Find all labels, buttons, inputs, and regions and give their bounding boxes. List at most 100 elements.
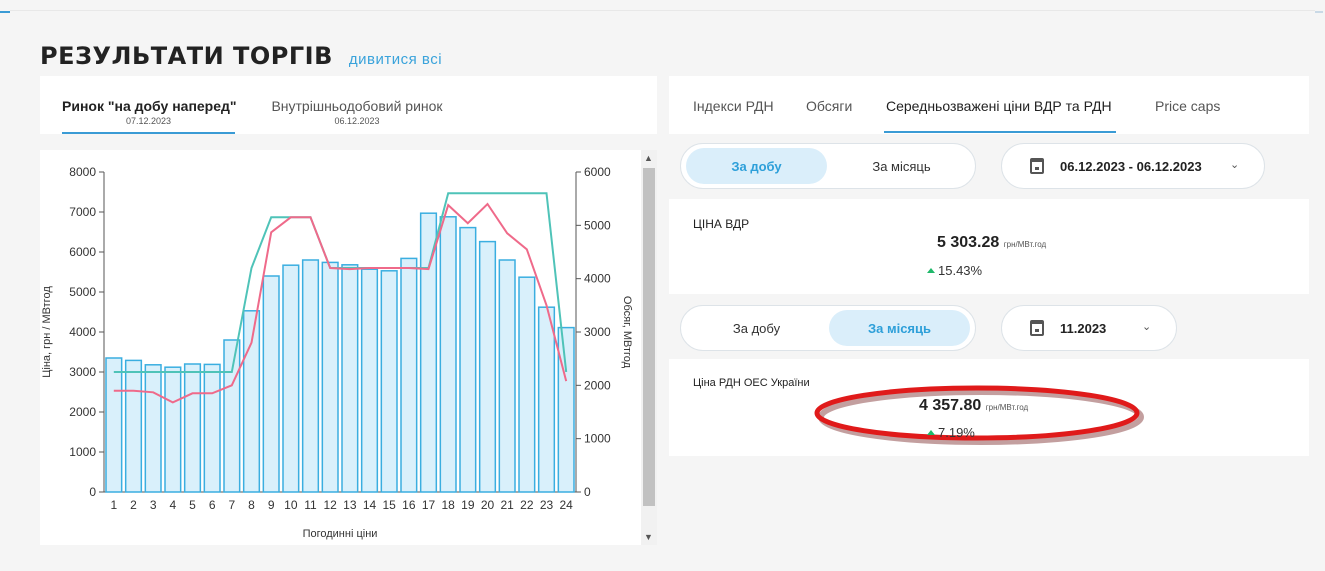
price-number: 4 357.80	[919, 397, 982, 414]
period-day-option[interactable]: За добу	[686, 310, 827, 346]
x-tick-label: 19	[461, 498, 475, 512]
y-tick-label: 0	[89, 485, 96, 499]
price-bar	[557, 326, 575, 493]
arrow-up-icon	[927, 268, 935, 273]
y2-tick-label: 2000	[584, 378, 611, 392]
price-bar	[341, 264, 359, 493]
price-change: 7.19%	[927, 425, 975, 440]
change-value: 7.19%	[938, 425, 975, 440]
hourly-price-chart: 0 1000 2000 3000 4000 5000 6000 7000 8000 0 1000 20…	[40, 150, 657, 545]
x-tick-label: 6	[209, 498, 216, 512]
y2-tick-label: 0	[584, 485, 591, 499]
price-bar	[380, 270, 398, 493]
price-tabs: Індекси РДН Обсяги Середньозважені ціни …	[669, 76, 1309, 134]
price-bar	[459, 226, 477, 493]
y2-axis-title: Обсяг, МВтгод	[621, 296, 633, 369]
chevron-down-icon: ⌄	[1142, 321, 1152, 333]
x-tick-label: 15	[382, 498, 396, 512]
price-bar	[439, 216, 457, 493]
chevron-down-icon: ⌄	[1230, 159, 1240, 171]
scroll-down-icon[interactable]: ▼	[644, 532, 653, 542]
y-tick-label: 6000	[69, 245, 96, 259]
x-tick-label: 9	[268, 498, 275, 512]
page-title: РЕЗУЛЬТАТИ ТОРГІВ	[40, 42, 333, 70]
market-tabs: Ринок "на добу наперед" 07.12.2023 Внутр…	[40, 76, 657, 134]
y2-tick-label: 4000	[584, 272, 611, 286]
view-all-link[interactable]: дивитися всі	[349, 51, 442, 68]
y2-tick-label: 3000	[584, 325, 611, 339]
x-tick-label: 20	[481, 498, 495, 512]
price-bar	[360, 268, 379, 493]
x-tick-label: 1	[110, 498, 117, 512]
y-tick-label: 1000	[69, 445, 96, 459]
x-tick-label: 11	[304, 498, 317, 512]
date-select-2[interactable]: 11.2023 ⌄	[1001, 305, 1177, 351]
period-day-option[interactable]: За добу	[686, 148, 827, 184]
y-tick-label: 7000	[69, 205, 96, 219]
price-bar	[400, 257, 418, 493]
tab-day-ahead-market[interactable]: Ринок "на добу наперед" 07.12.2023	[62, 76, 237, 134]
chart-svg: 0 1000 2000 3000 4000 5000 6000 7000 8000 0 1000 20…	[41, 165, 633, 540]
x-tick-label: 7	[228, 498, 235, 512]
top-accent-left	[0, 11, 10, 13]
scroll-thumb[interactable]	[643, 168, 655, 506]
x-tick-label: 24	[559, 498, 573, 512]
price-value: 5 303.28 грн/МВт.год	[937, 234, 1046, 252]
card-title: ЦІНА ВДР	[693, 217, 750, 231]
price-bar	[301, 259, 320, 493]
top-accent-right	[1315, 11, 1323, 13]
tab-intraday-market[interactable]: Внутрішньодобовий ринок 06.12.2023	[262, 76, 452, 134]
tab-weighted-prices[interactable]: Середньозважені ціни ВДР та РДН	[884, 98, 1116, 133]
y-tick-label: 3000	[69, 365, 96, 379]
price-bar	[262, 275, 280, 493]
period-month-option[interactable]: За місяць	[829, 310, 970, 346]
x-tick-label: 17	[422, 498, 436, 512]
x-tick-label: 21	[500, 498, 514, 512]
tab-volumes[interactable]: Обсяги	[806, 98, 852, 114]
price-unit: грн/МВт.год	[985, 403, 1029, 412]
x-tick-label: 12	[323, 498, 337, 512]
tab-price-caps[interactable]: Price caps	[1155, 98, 1220, 114]
x-axis-title: Погодинні ціни	[303, 528, 378, 540]
price-unit: грн/МВт.год	[1003, 240, 1047, 249]
price-value: 4 357.80 грн/МВт.год	[919, 397, 1028, 415]
x-tick-label: 22	[520, 498, 534, 512]
top-divider	[10, 10, 1315, 11]
price-bar	[498, 259, 516, 493]
price-bar	[183, 363, 202, 493]
x-tick-label: 14	[363, 498, 377, 512]
price-bar	[124, 359, 143, 493]
x-tick-label: 8	[248, 498, 255, 512]
x-tick-label: 3	[150, 498, 157, 512]
chart-scrollbar[interactable]: ▲ ▼	[641, 150, 657, 545]
date-range-select-1[interactable]: 06.12.2023 - 06.12.2023 ⌄	[1001, 143, 1265, 189]
card-title: Ціна РДН ОЕС України	[693, 377, 810, 389]
price-change: 15.43%	[927, 263, 982, 278]
period-month-option[interactable]: За місяць	[831, 148, 972, 184]
arrow-up-icon	[927, 430, 935, 435]
x-tick-label: 2	[130, 498, 137, 512]
tab-label: Ринок "на добу наперед"	[62, 98, 237, 114]
price-bar	[282, 264, 300, 493]
calendar-icon	[1030, 158, 1044, 174]
price-bar	[321, 261, 339, 493]
date-range-value: 06.12.2023 - 06.12.2023	[1060, 159, 1202, 174]
price-bar	[537, 306, 556, 493]
tab-dam-indices[interactable]: Індекси РДН	[693, 98, 774, 114]
scroll-up-icon[interactable]: ▲	[644, 153, 653, 163]
price-number: 5 303.28	[937, 234, 1000, 251]
y2-tick-label: 6000	[584, 165, 611, 179]
price-bar	[223, 339, 241, 493]
x-tick-label: 4	[169, 498, 176, 512]
price-bar	[518, 276, 536, 493]
period-toggle-2: За добу За місяць	[680, 305, 976, 351]
period-toggle-1: За добу За місяць	[680, 143, 976, 189]
price-bar	[478, 240, 497, 493]
y2-tick-label: 5000	[584, 218, 611, 232]
dam-price-card: Ціна РДН ОЕС України 4 357.80 грн/МВт.го…	[669, 359, 1309, 456]
price-bar	[419, 212, 438, 493]
intraday-price-card: ЦІНА ВДР 5 303.28 грн/МВт.год 15.43%	[669, 199, 1309, 294]
y-tick-label: 2000	[69, 405, 96, 419]
date-value: 11.2023	[1060, 321, 1107, 336]
price-bar	[144, 364, 162, 493]
